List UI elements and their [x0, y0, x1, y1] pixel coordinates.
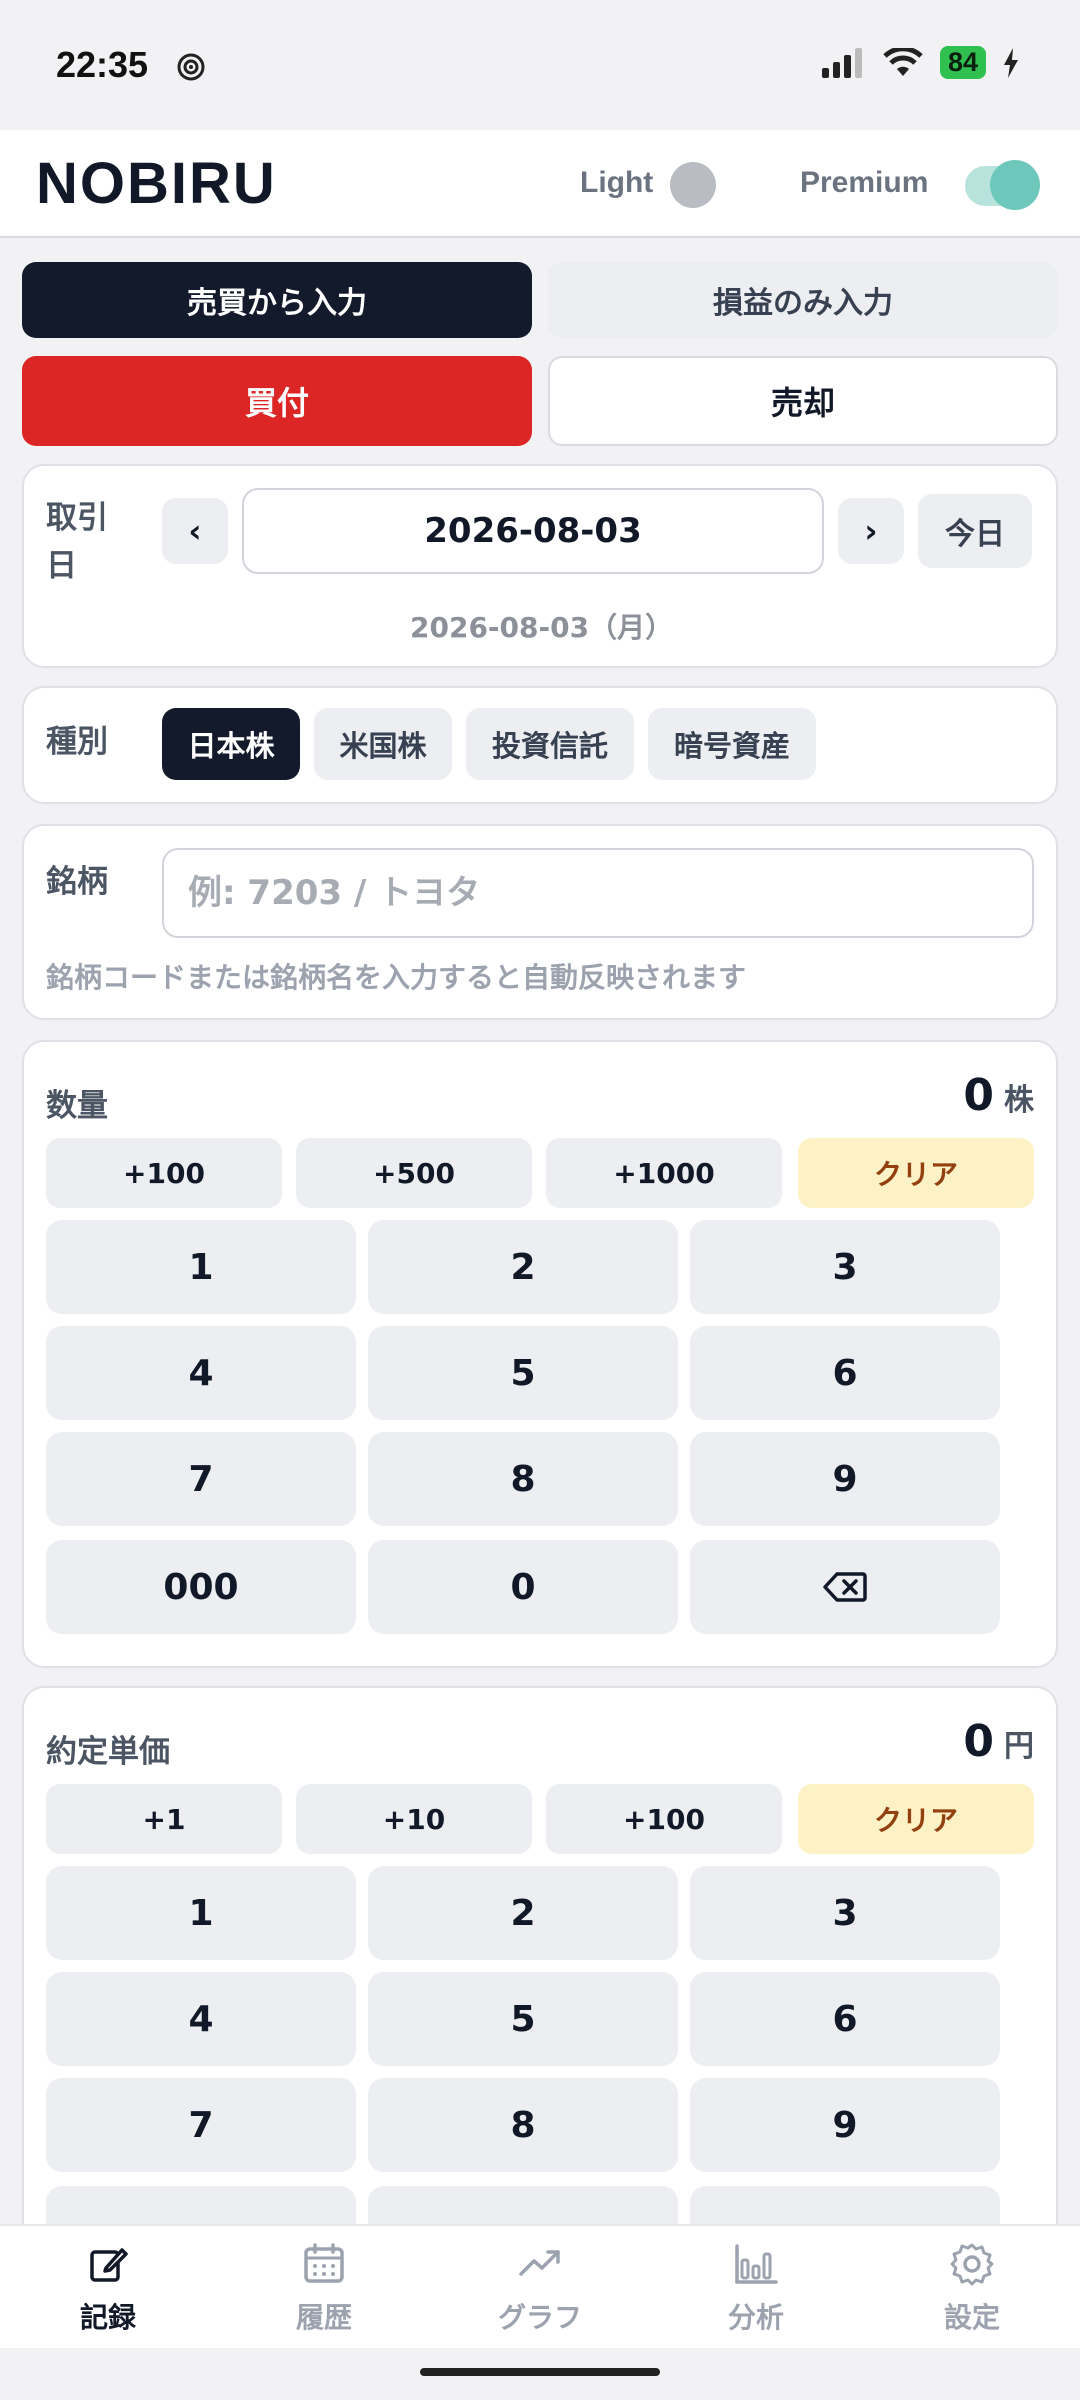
battery-level: 84: [939, 46, 986, 79]
sell-button[interactable]: 売却: [548, 356, 1058, 446]
edit-icon: [90, 2248, 128, 2282]
price-key-1[interactable]: 1: [46, 1866, 356, 1960]
quantity-key-9[interactable]: 9: [690, 1432, 1000, 1526]
focus-mode-icon: [177, 53, 205, 81]
premium-toggle-label: Premium: [800, 166, 929, 199]
trade-date-label-line1: 取引: [46, 500, 108, 536]
quantity-card: 数量 0 株 +100 +500 +1000 クリア 1 2 3 4 5 6 7…: [22, 1040, 1058, 1668]
app-header: NOBIRU Light Premium: [0, 130, 1080, 238]
nav-item-analysis[interactable]: 分析: [676, 2240, 836, 2336]
calendar-icon: [304, 2243, 344, 2283]
price-clear-button[interactable]: クリア: [798, 1784, 1034, 1854]
nav-label-settings: 設定: [943, 2301, 1000, 2334]
status-bar: 22:35 84: [0, 0, 1080, 130]
quantity-display: 0 株: [963, 1070, 1034, 1121]
type-option-us-stock[interactable]: 米国株: [314, 708, 452, 780]
trade-date-label-line2: 日: [46, 548, 77, 584]
price-key-5[interactable]: 5: [368, 1972, 678, 2066]
quantity-key-7[interactable]: 7: [46, 1432, 356, 1526]
price-key-7[interactable]: 7: [46, 2078, 356, 2172]
tab-trade-input[interactable]: 売買から入力: [22, 262, 532, 338]
price-card: 約定単価 0 円 +1 +10 +100 クリア 1 2 3 4 5 6 7 8…: [22, 1686, 1058, 2224]
nav-item-graph[interactable]: グラフ: [460, 2240, 620, 2336]
backspace-icon: [823, 1572, 867, 1602]
home-indicator[interactable]: [420, 2368, 660, 2376]
quantity-add-1000-button[interactable]: +1000: [546, 1138, 782, 1208]
nav-item-settings[interactable]: 設定: [892, 2240, 1052, 2336]
price-add-100-button[interactable]: +100: [546, 1784, 782, 1854]
price-label: 約定単価: [46, 1734, 170, 1770]
trend-icon: [519, 2250, 560, 2276]
status-indicators: 84: [821, 46, 1020, 79]
price-display: 0 円: [963, 1716, 1034, 1767]
previous-day-button[interactable]: ‹: [162, 498, 228, 564]
quantity-key-5[interactable]: 5: [368, 1326, 678, 1420]
record-form: 売買から入力 損益のみ入力 買付 売却 取引 日 ‹ 2026-08-03 › …: [0, 240, 1080, 2224]
price-key-6[interactable]: 6: [690, 1972, 1000, 2066]
type-option-crypto[interactable]: 暗号資産: [648, 708, 816, 780]
home-indicator-area: [0, 2348, 1080, 2400]
nav-label-analysis: 分析: [727, 2301, 784, 2334]
ticker-label: 銘柄: [46, 864, 108, 900]
quantity-unit: 株: [1004, 1083, 1034, 1118]
premium-toggle-knob[interactable]: [990, 160, 1040, 210]
quantity-key-2[interactable]: 2: [368, 1220, 678, 1314]
trade-date-formatted: 2026-08-03（月）: [410, 611, 674, 644]
quantity-key-0[interactable]: 0: [368, 1540, 678, 1634]
quantity-key-3[interactable]: 3: [690, 1220, 1000, 1314]
quantity-add-100-button[interactable]: +100: [46, 1138, 282, 1208]
price-key-4[interactable]: 4: [46, 1972, 356, 2066]
app-logo: NOBIRU: [36, 151, 277, 216]
price-value: 0: [963, 1716, 994, 1767]
price-add-1-button[interactable]: +1: [46, 1784, 282, 1854]
bottom-nav: 記録 履歴 グラフ 分析 設定: [0, 2224, 1080, 2348]
price-key-partial[interactable]: [690, 2186, 1000, 2224]
price-key-9[interactable]: 9: [690, 2078, 1000, 2172]
price-add-10-button[interactable]: +10: [296, 1784, 532, 1854]
price-key-2[interactable]: 2: [368, 1866, 678, 1960]
today-button[interactable]: 今日: [918, 494, 1032, 568]
charging-bolt-icon: [1004, 47, 1018, 78]
bar-chart-icon: [735, 2244, 778, 2284]
price-key-8[interactable]: 8: [368, 2078, 678, 2172]
quantity-key-1[interactable]: 1: [46, 1220, 356, 1314]
trade-date-field[interactable]: 2026-08-03: [242, 488, 824, 574]
buy-button[interactable]: 買付: [22, 356, 532, 446]
wifi-icon: [883, 47, 923, 76]
price-unit: 円: [1004, 1729, 1034, 1764]
next-day-button[interactable]: ›: [838, 498, 904, 564]
type-option-jp-stock[interactable]: 日本株: [162, 708, 300, 780]
light-toggle[interactable]: [670, 162, 716, 208]
price-key-partial[interactable]: [368, 2186, 678, 2224]
price-key-3[interactable]: 3: [690, 1866, 1000, 1960]
ticker-card: 銘柄 銘柄コードまたは銘柄名を入力すると自動反映されます: [22, 824, 1058, 1020]
quantity-label: 数量: [46, 1088, 108, 1124]
gear-icon: [950, 2243, 994, 2286]
nav-label-history: 履歴: [295, 2301, 352, 2334]
light-toggle-label: Light: [580, 166, 654, 199]
cellular-signal-icon: [821, 47, 862, 78]
nav-label-graph: グラフ: [497, 2301, 582, 2334]
nav-label-record: 記録: [79, 2301, 136, 2334]
asset-type-label: 種別: [46, 724, 108, 760]
quantity-key-6[interactable]: 6: [690, 1326, 1000, 1420]
price-key-partial[interactable]: [46, 2186, 356, 2224]
quantity-value: 0: [963, 1070, 994, 1121]
quantity-clear-button[interactable]: クリア: [798, 1138, 1034, 1208]
quantity-backspace-button[interactable]: [690, 1540, 1000, 1634]
nav-item-record[interactable]: 記録: [28, 2240, 188, 2336]
quantity-key-4[interactable]: 4: [46, 1326, 356, 1420]
ticker-hint: 銘柄コードまたは銘柄名を入力すると自動反映されます: [46, 961, 747, 994]
status-time: 22:35: [56, 44, 149, 85]
nav-item-history[interactable]: 履歴: [244, 2240, 404, 2336]
quantity-add-500-button[interactable]: +500: [296, 1138, 532, 1208]
tab-pnl-input[interactable]: 損益のみ入力: [548, 262, 1058, 338]
asset-type-card: 種別 日本株 米国株 投資信託 暗号資産: [22, 686, 1058, 804]
ticker-input[interactable]: [162, 848, 1034, 938]
quantity-key-8[interactable]: 8: [368, 1432, 678, 1526]
type-option-mutual-fund[interactable]: 投資信託: [466, 708, 634, 780]
trade-date-card: 取引 日 ‹ 2026-08-03 › 今日 2026-08-03（月）: [22, 464, 1058, 668]
quantity-key-000[interactable]: 000: [46, 1540, 356, 1634]
